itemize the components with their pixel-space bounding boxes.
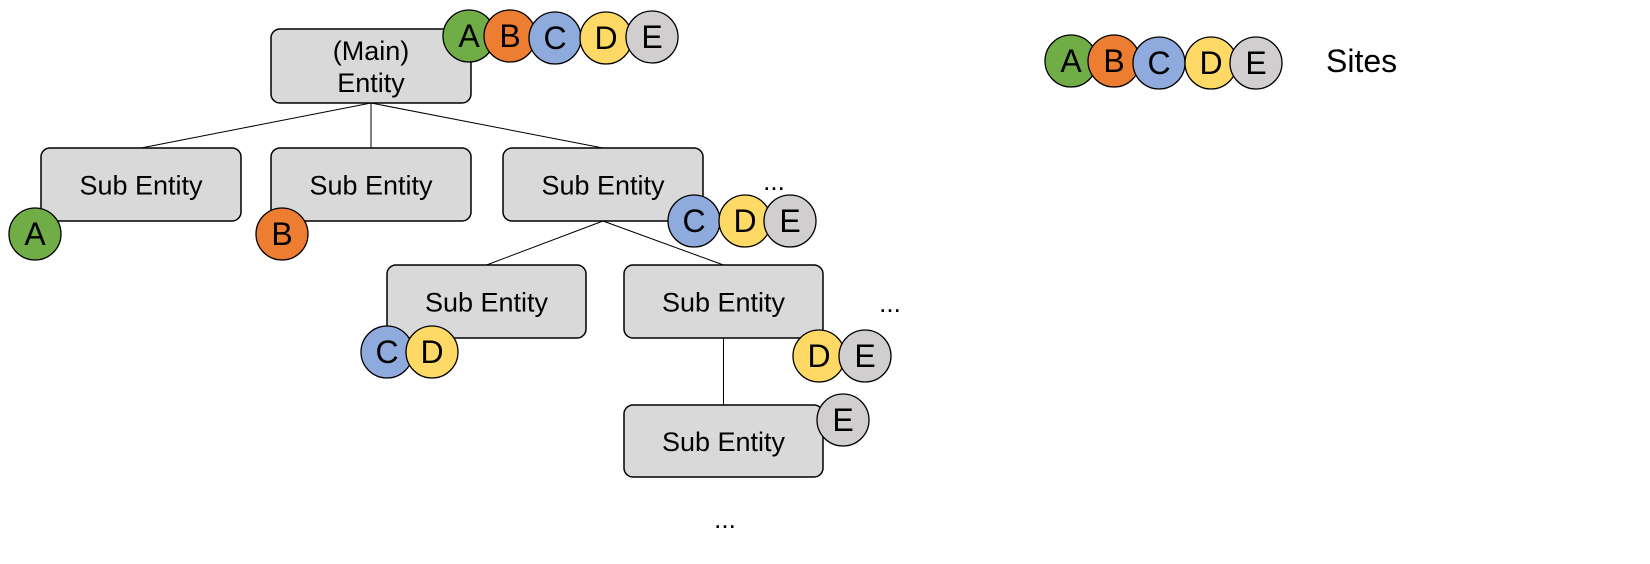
entity-label: Sub Entity	[541, 171, 665, 201]
entity-node-s3: Sub Entity C D E...	[502, 147, 817, 248]
site-letter: A	[24, 216, 46, 252]
edge-main-s1	[140, 102, 372, 149]
site-badge-e: E	[838, 329, 892, 383]
entity-node-main: (Main)Entity A B C D E	[270, 9, 679, 104]
site-badge-c: C	[528, 11, 582, 65]
site-letter: B	[499, 18, 520, 54]
ellipsis: ...	[879, 288, 901, 318]
site-letter: C	[682, 203, 705, 239]
entity-label: Sub Entity	[79, 171, 203, 201]
entity-site-diagram: (Main)EntityA B C D ESub EntityASub EntityBS…	[8, 9, 1397, 534]
entity-label: Sub Entity	[662, 288, 786, 318]
entity-node-s2: Sub Entity B	[255, 147, 472, 261]
site-letter: D	[1199, 45, 1222, 81]
legend-site-b: B	[1087, 34, 1141, 88]
site-badge-c: C	[360, 325, 414, 379]
site-badge-b: B	[483, 9, 537, 63]
site-letter: D	[594, 20, 617, 56]
site-letter: A	[1060, 43, 1082, 79]
site-letter: C	[375, 334, 398, 370]
site-badge-d: D	[579, 11, 633, 65]
site-letter: D	[733, 203, 756, 239]
site-letter: E	[832, 402, 853, 438]
site-badge-b: B	[255, 207, 309, 261]
entity-label: (Main)	[333, 36, 410, 66]
entity-node-s1: Sub Entity A	[8, 147, 242, 261]
entity-node-s4: Sub Entity C D	[360, 264, 587, 379]
entity-label: Sub Entity	[662, 427, 786, 457]
site-letter: C	[1147, 45, 1170, 81]
site-letter: E	[779, 203, 800, 239]
site-badge-d: D	[405, 325, 459, 379]
entity-label: Sub Entity	[425, 288, 549, 318]
entity-label: Entity	[337, 68, 405, 98]
site-badge-d: D	[718, 194, 772, 248]
site-badge-e: E	[763, 194, 817, 248]
edge-s3-s4	[486, 220, 604, 266]
sites-legend: A B C D E Sites	[1044, 34, 1397, 90]
edge-main-s3	[370, 102, 604, 149]
site-letter: D	[420, 334, 443, 370]
entity-node-s6: Sub Entity E...	[623, 393, 870, 534]
site-letter: A	[458, 18, 480, 54]
ellipsis: ...	[763, 166, 785, 196]
legend-site-e: E	[1229, 36, 1283, 90]
site-letter: C	[543, 20, 566, 56]
entity-label: Sub Entity	[309, 171, 433, 201]
site-badge-c: C	[667, 194, 721, 248]
ellipsis: ...	[714, 504, 736, 534]
site-letter: B	[1103, 43, 1124, 79]
site-badge-d: D	[792, 329, 846, 383]
site-letter: E	[641, 19, 662, 55]
site-letter: E	[1245, 45, 1266, 81]
entity-node-s5: Sub Entity D E...	[623, 264, 901, 383]
site-letter: B	[271, 216, 292, 252]
legend-site-d: D	[1184, 36, 1238, 90]
site-badge-e: E	[816, 393, 870, 447]
site-badge-a: A	[8, 207, 62, 261]
site-letter: D	[807, 338, 830, 374]
site-letter: E	[854, 338, 875, 374]
legend-site-c: C	[1132, 36, 1186, 90]
site-badge-e: E	[625, 10, 679, 64]
legend-label: Sites	[1326, 43, 1397, 79]
